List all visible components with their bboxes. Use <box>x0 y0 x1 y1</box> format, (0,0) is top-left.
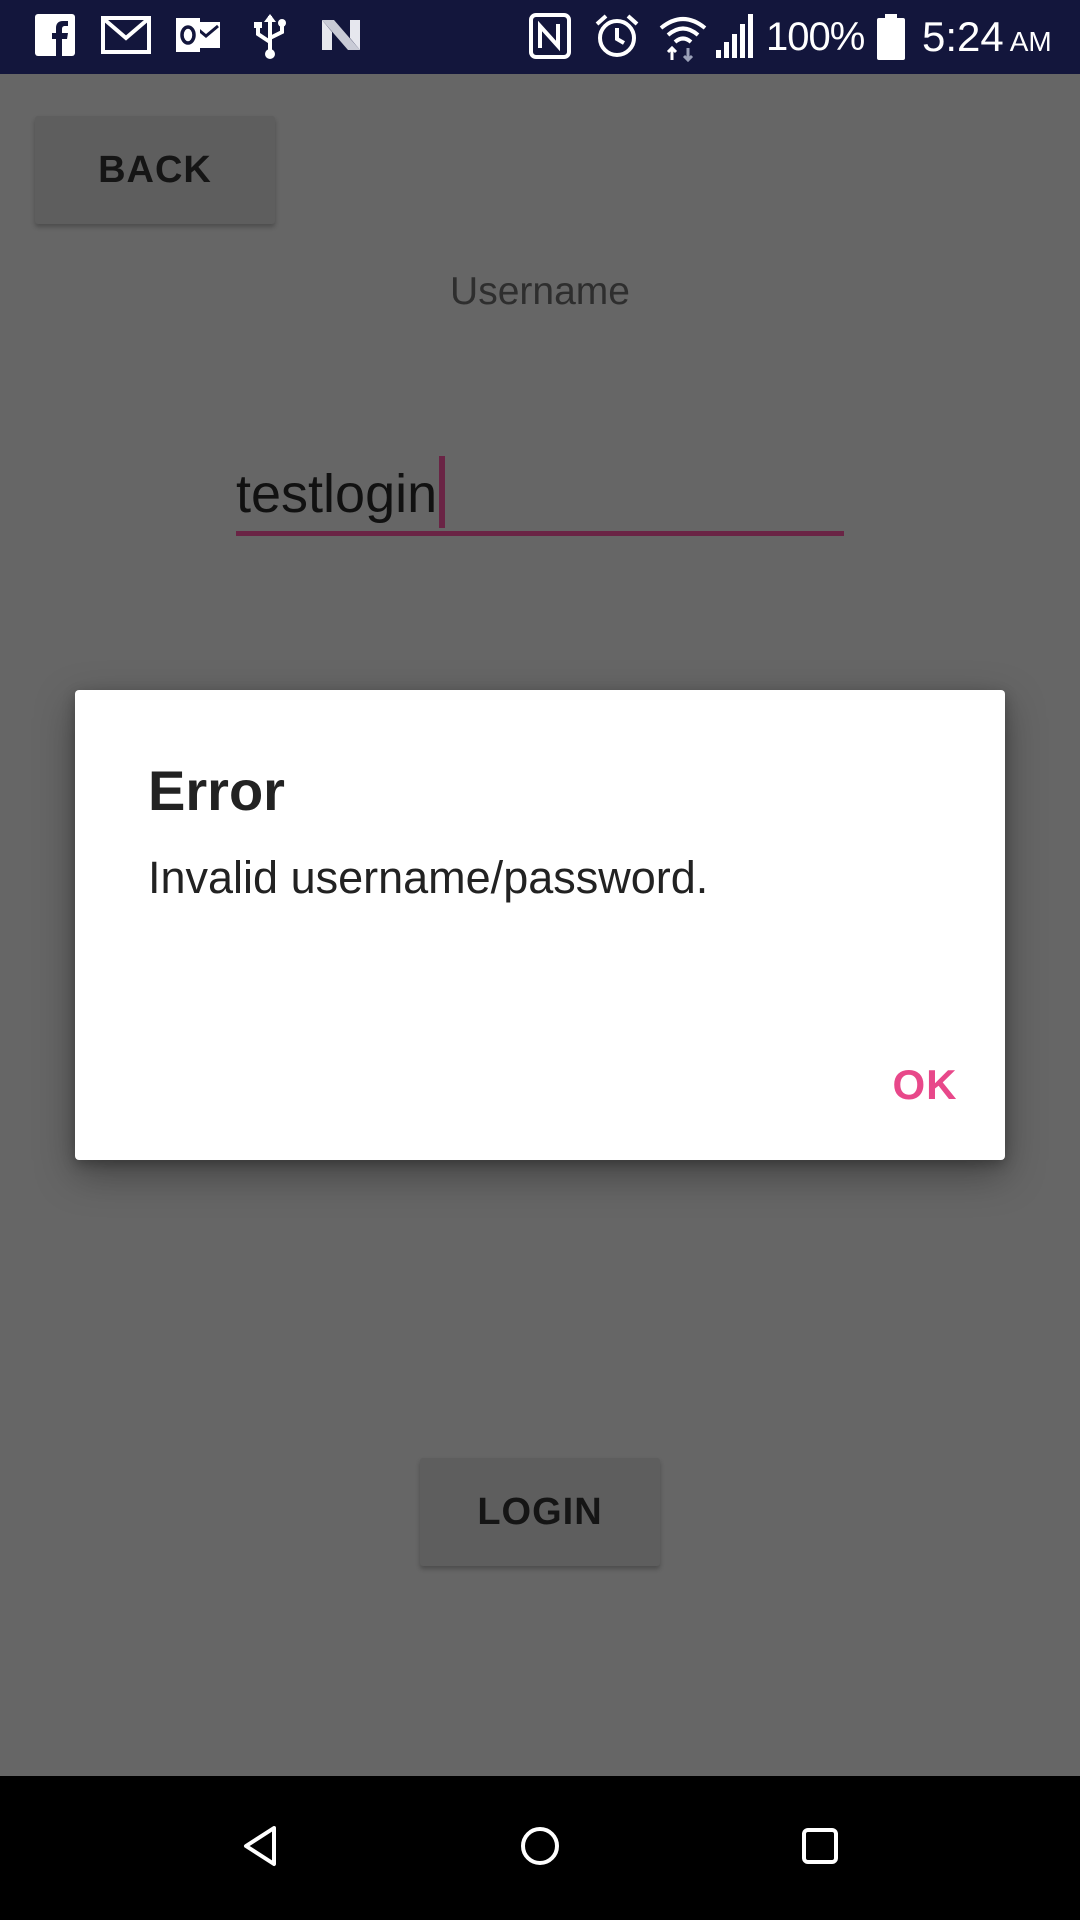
username-input-value[interactable]: testlogin <box>236 456 446 528</box>
back-triangle-icon <box>238 1822 282 1875</box>
username-text: testlogin <box>236 464 438 524</box>
error-dialog: Error Invalid username/password. OK <box>75 690 1005 1160</box>
nfc-icon <box>528 12 572 62</box>
username-label: Username <box>450 270 630 313</box>
wifi-icon <box>658 12 708 62</box>
navigation-bar <box>0 1776 1080 1920</box>
clock-ampm: AM <box>1009 26 1052 57</box>
usb-icon <box>252 12 288 62</box>
home-circle-icon <box>518 1824 562 1873</box>
ok-button[interactable]: OK <box>865 1040 985 1130</box>
alarm-icon <box>594 12 640 62</box>
status-clock: 5:24 AM <box>922 14 1052 65</box>
facebook-icon <box>34 12 76 62</box>
dialog-message: Invalid username/password. <box>148 852 709 903</box>
login-button[interactable]: LOGIN <box>420 1458 660 1566</box>
nav-recents-button[interactable] <box>770 1798 870 1898</box>
back-button[interactable]: BACK <box>35 116 275 224</box>
status-bar: 100% 5:24 AM <box>0 0 1080 74</box>
dialog-title: Error <box>148 759 285 822</box>
text-cursor <box>439 456 446 528</box>
outlook-icon <box>174 12 222 62</box>
username-field[interactable]: testlogin <box>236 446 844 536</box>
battery-icon <box>876 14 906 64</box>
gmail-icon <box>100 12 152 62</box>
recents-square-icon <box>800 1826 840 1871</box>
nav-back-button[interactable] <box>210 1798 310 1898</box>
n-app-icon <box>318 12 364 62</box>
signal-icon <box>714 12 754 62</box>
battery-percent: 100% <box>766 15 865 59</box>
clock-time: 5:24 <box>922 13 1004 60</box>
nav-home-button[interactable] <box>490 1798 590 1898</box>
